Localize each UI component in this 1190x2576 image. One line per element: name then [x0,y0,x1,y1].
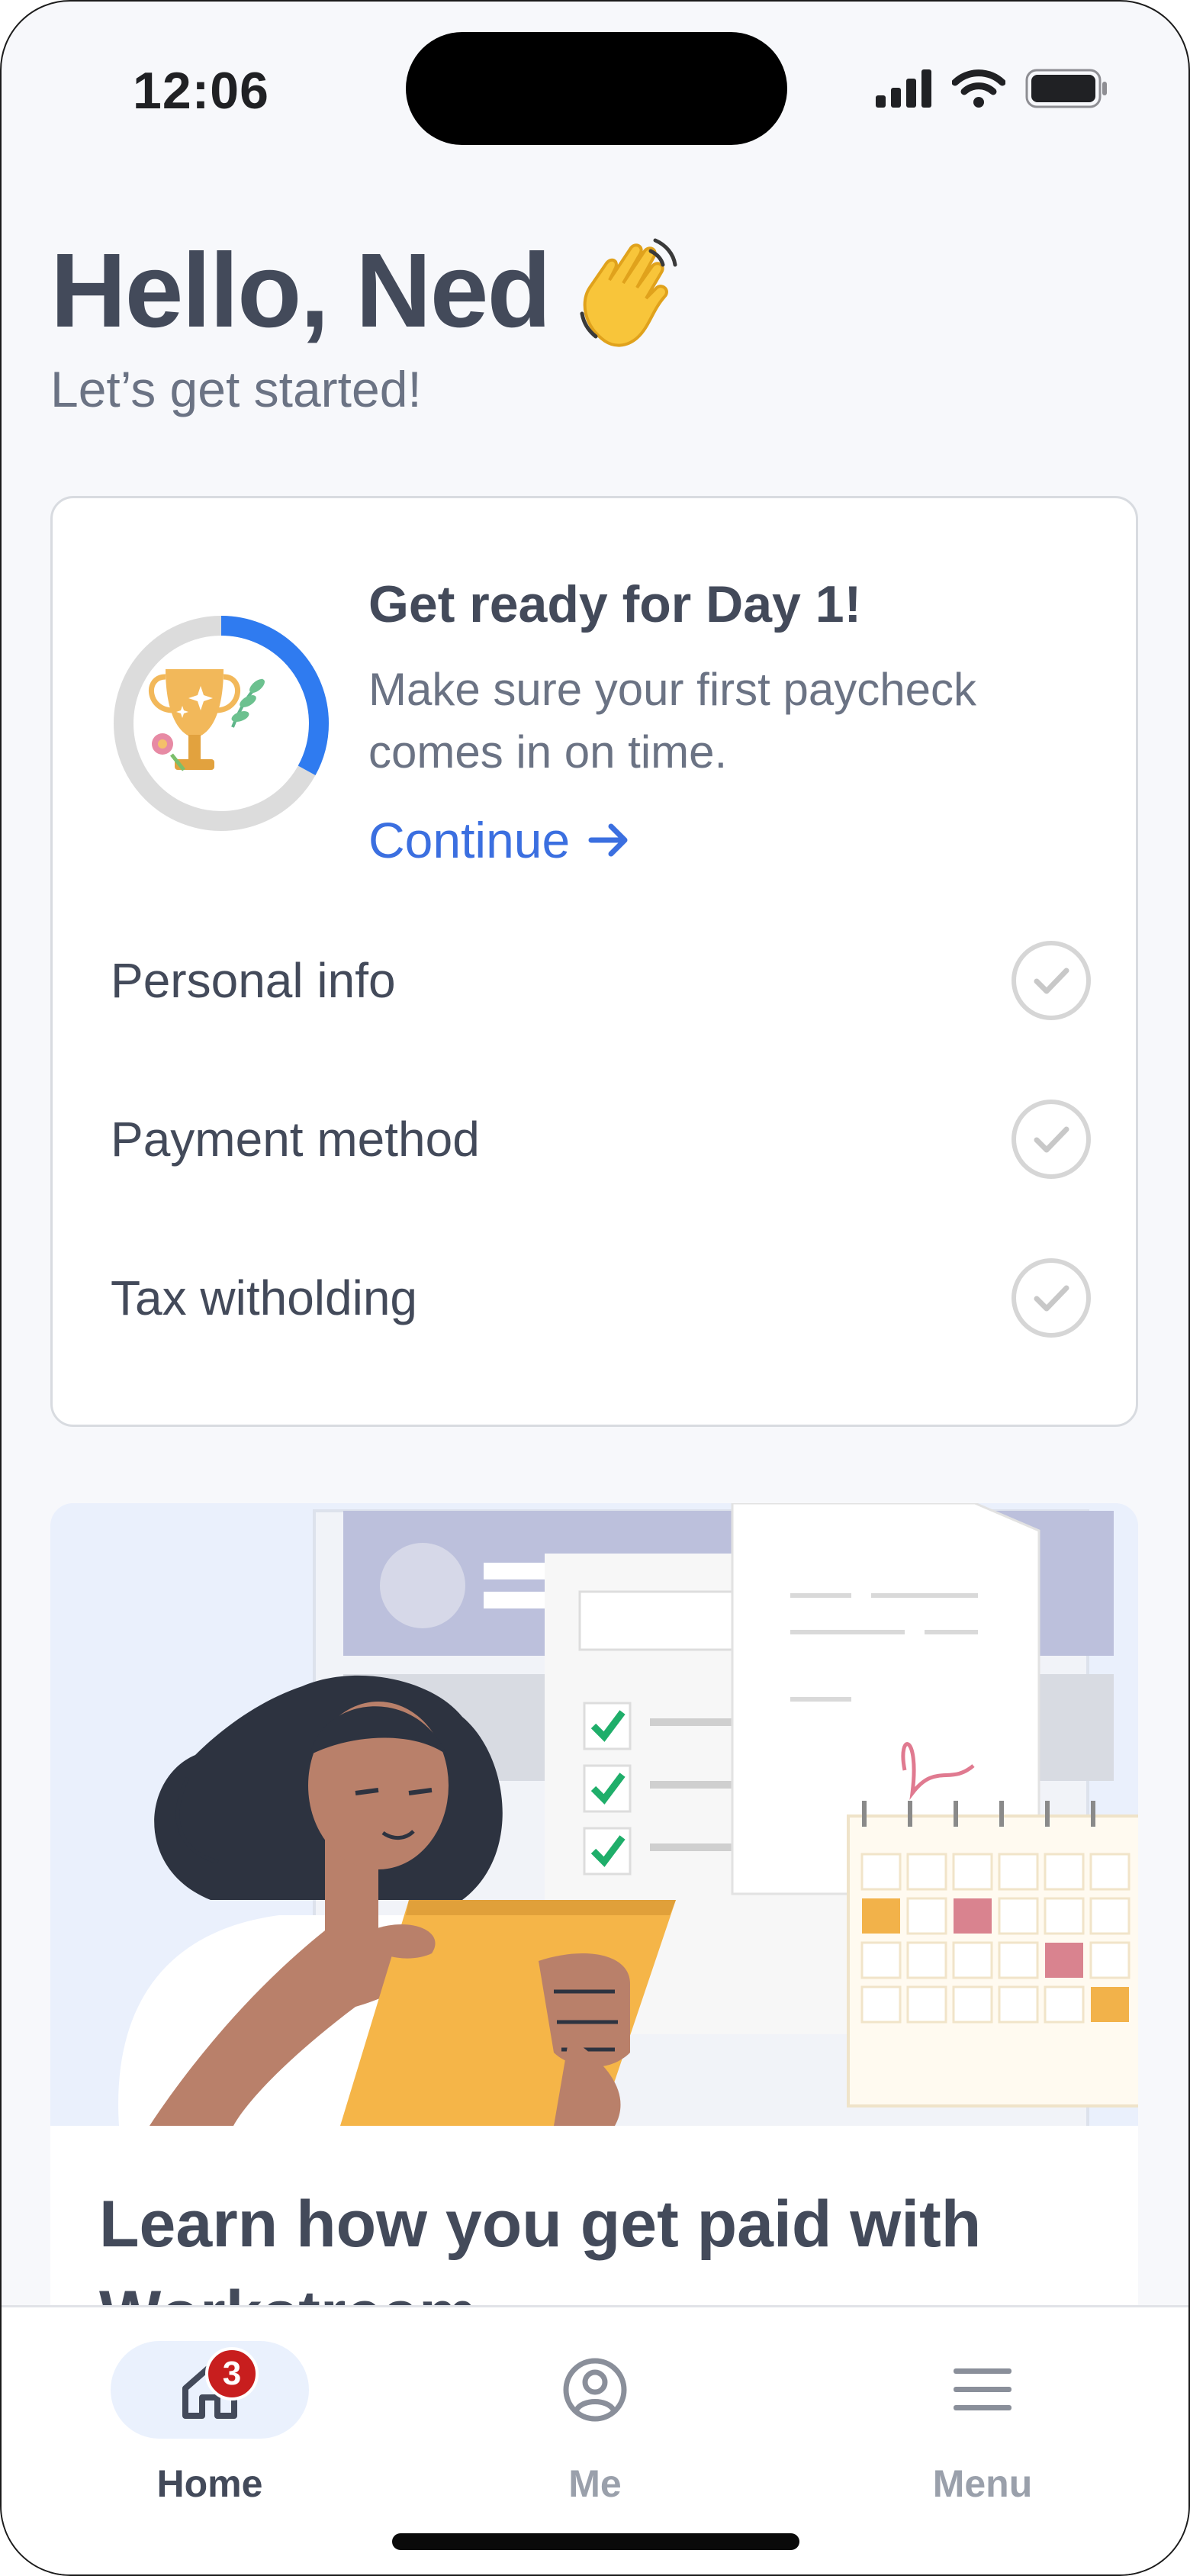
tab-home[interactable]: 3 Home [111,2341,309,2524]
card-title: Get ready for Day 1! [368,575,862,633]
tab-me[interactable]: Me [496,2341,694,2524]
greeting-text: Hello, Ned [50,232,552,349]
tab-home-pill: 3 [111,2341,309,2439]
continue-label: Continue [368,812,571,868]
task-label: Personal info [111,953,396,1008]
tab-label: Menu [932,2462,1033,2505]
card-description: Make sure your first paycheck comes in o… [368,664,976,778]
waving-hand-icon [580,238,677,346]
tab-label: Me [568,2462,622,2505]
check-circle-icon [1011,941,1091,1020]
task-label: Tax witholding [111,1270,417,1325]
check-circle-icon [1011,1258,1091,1338]
continue-link[interactable]: Continue [368,811,631,869]
arrow-right-icon [588,823,628,857]
progress-ring-trophy [114,616,329,831]
task-tax-witholding[interactable]: Tax witholding [111,1252,1093,1344]
wifi-icon [952,69,1005,108]
user-circle-icon [563,2358,627,2422]
tab-menu-pill [883,2341,1082,2439]
task-label: Payment method [111,1112,480,1167]
task-payment-method[interactable]: Payment method [111,1093,1093,1185]
tab-me-pill [496,2341,694,2439]
tab-menu[interactable]: Menu [883,2341,1082,2524]
calendar-illustration [847,1801,1138,2107]
cellular-signal-icon [876,69,931,108]
battery-icon [1025,69,1107,108]
tab-bar: 3 Home Me Menu [2,2305,1188,2574]
task-personal-info[interactable]: Personal info [111,935,1093,1026]
phone-screen: 12:06 Hello, Ned Let’s get started! Get … [0,0,1190,2576]
status-time: 12:06 [133,62,269,120]
home-indicator [392,2533,799,2550]
check-circle-icon [1011,1100,1091,1179]
status-icons [876,69,1108,108]
menu-icon [954,2368,1011,2410]
dynamic-island [406,32,787,145]
onboarding-card: Get ready for Day 1! Make sure your firs… [50,496,1138,1427]
greeting-subtitle: Let’s get started! [50,361,422,417]
notification-badge: 3 [205,2347,259,2401]
greeting-title: Hello, Ned [50,230,683,352]
tab-label: Home [156,2462,263,2505]
promo-illustration [50,1503,1138,2126]
